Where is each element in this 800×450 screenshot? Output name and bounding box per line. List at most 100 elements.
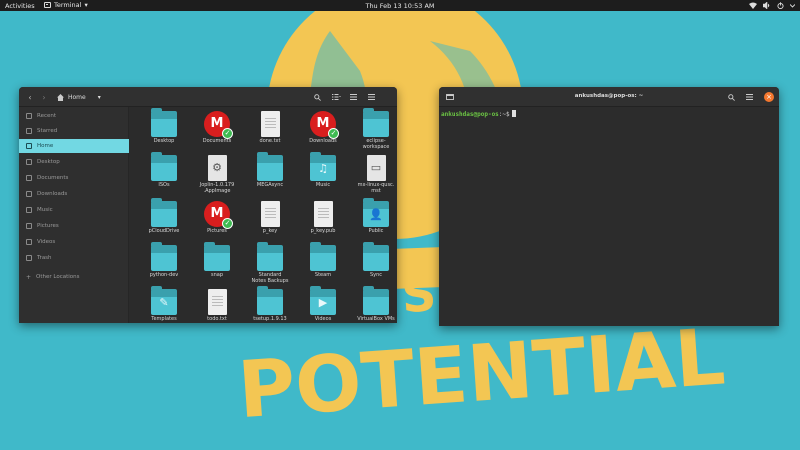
sidebar-item-starred[interactable]: Starred	[19, 124, 129, 138]
sidebar-item-home[interactable]: Home	[19, 139, 129, 153]
file-item[interactable]: Steam	[296, 242, 350, 278]
checkmark-icon: ✓	[328, 128, 339, 139]
file-item[interactable]: 👤 Public	[349, 198, 397, 234]
music-folder-icon: ♫	[310, 152, 336, 181]
file-item-label: Joplin-1.0.179 .AppImage	[199, 182, 235, 195]
image-icon	[26, 223, 32, 229]
file-item[interactable]: M ✓ Pictures	[190, 201, 244, 234]
location-breadcrumb[interactable]: Home ▾	[57, 91, 101, 103]
sidebar-item-label: Videos	[37, 239, 56, 245]
sidebar-item-documents[interactable]: Documents	[19, 171, 129, 185]
system-tray[interactable]	[749, 1, 795, 10]
sidebar-item-label: Other Locations	[36, 274, 80, 280]
text-file-icon	[260, 111, 280, 137]
file-item-label: Music	[315, 182, 331, 188]
mega-sync-folder-icon: M ✓	[310, 111, 339, 139]
sidebar-item-label: Home	[37, 143, 54, 149]
file-item-label: Pictures	[207, 228, 227, 234]
list-view-icon[interactable]	[347, 91, 359, 103]
file-item[interactable]: Standard Notes Backups	[243, 242, 297, 285]
back-arrow-icon[interactable]: ‹	[25, 91, 35, 103]
file-item-label: eclipse- workspace	[362, 138, 390, 151]
file-item[interactable]: ⚙ Joplin-1.0.179 .AppImage	[190, 155, 244, 194]
file-item-label: Downloads	[309, 138, 337, 144]
sidebar-item-music[interactable]: Music	[19, 203, 129, 217]
power-icon	[777, 2, 784, 9]
file-item[interactable]: snap	[190, 242, 244, 278]
sidebar-item-label: Documents	[37, 175, 69, 181]
file-item[interactable]: ♫ Music	[296, 152, 350, 188]
home-icon	[26, 143, 32, 149]
file-item[interactable]: ✎ Templates	[137, 286, 191, 322]
sidebar-item-downloads[interactable]: Downloads	[19, 187, 129, 201]
search-icon[interactable]	[725, 91, 737, 103]
file-item-label: Documents	[202, 138, 232, 144]
activities-button[interactable]: Activities	[5, 2, 35, 10]
file-item[interactable]: python-dev	[137, 242, 191, 278]
template-folder-icon: ✎	[151, 286, 177, 315]
sidebar-item-videos[interactable]: Videos	[19, 235, 129, 249]
terminal-output[interactable]: ankushdas@pop-os:~$	[439, 107, 779, 326]
folder-icon	[151, 198, 177, 227]
location-label: Home	[68, 93, 86, 101]
terminal-prompt-path: :~$	[498, 111, 510, 118]
sidebar-item-label: Trash	[37, 255, 52, 261]
sidebar-item-label: Recent	[37, 113, 57, 119]
file-item[interactable]: pCloudDrive	[137, 198, 191, 234]
sidebar-item-recent[interactable]: Recent	[19, 109, 129, 123]
menu-icon[interactable]	[743, 91, 755, 103]
menu-icon[interactable]	[365, 91, 377, 103]
forward-arrow-icon[interactable]: ›	[39, 91, 49, 103]
file-item-label: todo.txt	[207, 316, 227, 322]
sidebar-item-desktop[interactable]: Desktop	[19, 155, 129, 169]
clock[interactable]: Thu Feb 13 10:53 AM	[0, 2, 800, 10]
folder-icon	[26, 159, 32, 165]
terminal-header-bar: ankushdas@pop-os: ~ ×	[439, 87, 779, 107]
sidebar-item-label: Downloads	[37, 191, 68, 197]
terminal-prompt-user: ankushdas@pop-os	[441, 111, 499, 118]
view-options-icon[interactable]	[329, 91, 343, 103]
sidebar-item-pictures[interactable]: Pictures	[19, 219, 129, 233]
folder-icon	[363, 286, 389, 315]
file-item[interactable]: todo.txt	[190, 289, 244, 322]
folder-icon	[151, 242, 177, 271]
file-item[interactable]: tsetup.1.9.13	[243, 286, 297, 322]
file-item-label: Public	[368, 228, 384, 234]
sidebar-item-other-locations[interactable]: + Other Locations	[19, 270, 129, 284]
terminal-cursor	[511, 110, 516, 117]
folder-icon	[26, 175, 32, 181]
executable-icon: ⚙	[207, 155, 227, 181]
file-item-label: Videos	[314, 316, 332, 322]
file-item[interactable]: ▶ Videos	[296, 286, 350, 322]
checkmark-icon: ✓	[222, 218, 233, 229]
files-window[interactable]: ‹ › Home ▾ Recent Starred Home Desktop D…	[19, 87, 397, 323]
close-icon[interactable]: ×	[764, 92, 774, 102]
file-item[interactable]: eclipse- workspace	[349, 108, 397, 151]
app-menu[interactable]: Terminal ▾	[44, 1, 88, 9]
file-item[interactable]: ▭ mx-linux-qusc. mst	[349, 155, 397, 194]
terminal-window[interactable]: ankushdas@pop-os: ~ × ankushdas@pop-os:~…	[439, 87, 779, 326]
file-item[interactable]: done.txt	[243, 111, 297, 144]
file-item-label: mx-linux-qusc. mst	[357, 182, 395, 195]
video-folder-icon: ▶	[310, 286, 336, 315]
mega-sync-folder-icon: M ✓	[204, 201, 233, 229]
sidebar-item-trash[interactable]: Trash	[19, 251, 129, 265]
star-icon	[26, 128, 32, 134]
file-item[interactable]: VirtualBox VMs	[349, 286, 397, 322]
file-item[interactable]: p_key	[243, 201, 297, 234]
file-item-label: Sync	[369, 272, 383, 278]
file-item[interactable]: M ✓ Documents	[190, 111, 244, 144]
plus-icon: +	[26, 273, 32, 281]
file-item-label: Standard Notes Backups	[251, 272, 289, 285]
file-item[interactable]: MEGAsync	[243, 152, 297, 188]
file-item[interactable]: ISOs	[137, 152, 191, 188]
file-item[interactable]: Sync	[349, 242, 397, 278]
network-icon	[749, 2, 757, 9]
home-icon	[57, 93, 64, 101]
search-icon[interactable]	[311, 91, 323, 103]
disk-image-icon: ▭	[366, 155, 386, 181]
file-item[interactable]: M ✓ Downloads	[296, 111, 350, 144]
file-item[interactable]: Desktop	[137, 108, 191, 144]
files-header-bar: ‹ › Home ▾	[19, 87, 397, 107]
file-item[interactable]: p_key.pub	[296, 201, 350, 234]
